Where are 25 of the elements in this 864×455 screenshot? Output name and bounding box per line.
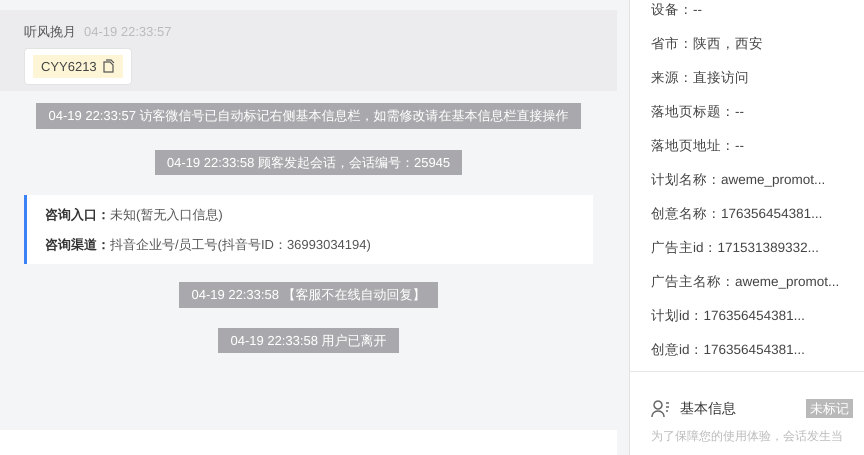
info-field: 来源：直接访问: [651, 69, 843, 87]
consult-value: 抖音企业号/员工号(抖音号ID：36993034194): [110, 236, 371, 254]
info-field: 广告主id：171531389332...: [651, 239, 843, 257]
consult-label: 咨询渠道：: [45, 236, 110, 254]
info-note: 为了保障您的使用体验，会话发生当: [650, 428, 844, 445]
status-tag: 未标记: [806, 398, 853, 418]
consult-label: 咨询入口：: [45, 206, 110, 224]
info-field: 广告主名称：aweme_promot...: [651, 273, 843, 291]
system-message: 04-19 22:33:57 访客微信号已自动标记右侧基本信息栏，如需修改请在基本信息栏直接操作: [36, 103, 581, 128]
consult-value: 未知(暂无入口信息): [110, 206, 223, 224]
system-message: 04-19 22:33:58 【客服不在线自动回复】: [179, 282, 438, 308]
info-field: 设备：--: [651, 1, 843, 19]
info-field: 落地页地址：--: [651, 137, 843, 155]
info-field: 创意id：176356454381...: [651, 341, 843, 359]
info-field: 计划名称：aweme_promot...: [651, 171, 843, 189]
info-field: 省市：陕西，西安: [651, 35, 843, 53]
info-field: 落地页标题：--: [651, 103, 843, 121]
system-message: 04-19 22:33:58 顾客发起会话，会话编号：25945: [154, 150, 462, 175]
sender-name: 听风挽月: [24, 23, 76, 41]
code-text: CYY6213: [41, 58, 97, 76]
system-message: 04-19 22:33:58 用户已离开: [218, 328, 399, 353]
section-title: 基本信息: [680, 399, 736, 418]
copy-icon[interactable]: [100, 59, 115, 74]
info-field: 创意名称：176356454381...: [651, 205, 843, 223]
info-field: 计划id：176356454381...: [651, 307, 843, 325]
